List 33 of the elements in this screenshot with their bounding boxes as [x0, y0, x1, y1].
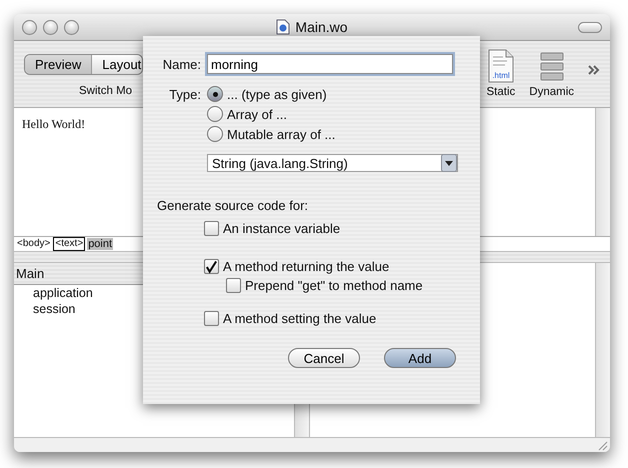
path-element[interactable]: <text>	[53, 237, 86, 251]
path-element[interactable]: <body>	[16, 238, 52, 250]
mode-button[interactable]: Preview	[25, 55, 92, 74]
document-icon	[276, 19, 290, 35]
window-title: Main.wo	[295, 19, 348, 35]
default-button[interactable]: Add	[384, 348, 456, 368]
tool-label: Static	[486, 86, 516, 98]
type-radio-option[interactable]: Array of ...	[207, 106, 458, 122]
scroll-bar[interactable]	[595, 108, 610, 236]
class-popup-button[interactable]: String (java.lang.String)	[207, 154, 458, 172]
generate-label: Generate source code for:	[157, 198, 310, 213]
tool-label: Dynamic	[529, 86, 574, 98]
toolbar-caption: Switch Mo	[79, 85, 132, 97]
generate-checkbox-option[interactable]: A method setting the value	[204, 309, 466, 328]
toolbar-toggle-button[interactable]	[578, 22, 602, 32]
minimize-button[interactable]	[43, 20, 58, 34]
html-file-icon[interactable]: .html	[486, 49, 515, 83]
resize-grip-icon[interactable]	[596, 439, 608, 451]
mode-button[interactable]: Layout	[92, 55, 142, 74]
scroll-bar[interactable]	[595, 263, 610, 437]
path-element[interactable]: point	[87, 238, 114, 250]
checkmark-icon	[205, 260, 218, 274]
caret-icon	[441, 154, 457, 172]
close-button[interactable]	[22, 20, 37, 34]
zoom-button[interactable]	[64, 20, 79, 34]
generate-checkbox-option[interactable]: An instance variable	[204, 219, 466, 238]
type-radio-option[interactable]: Mutable array of ...	[207, 126, 458, 142]
type-label: Type:	[168, 86, 201, 104]
name-label: Name:	[162, 56, 201, 72]
overflow-chevron-icon[interactable]	[588, 65, 600, 75]
name-field[interactable]: morning	[207, 54, 453, 74]
push-button[interactable]: Cancel	[288, 348, 360, 368]
type-radio-option[interactable]: ... (type as given)	[207, 86, 458, 102]
